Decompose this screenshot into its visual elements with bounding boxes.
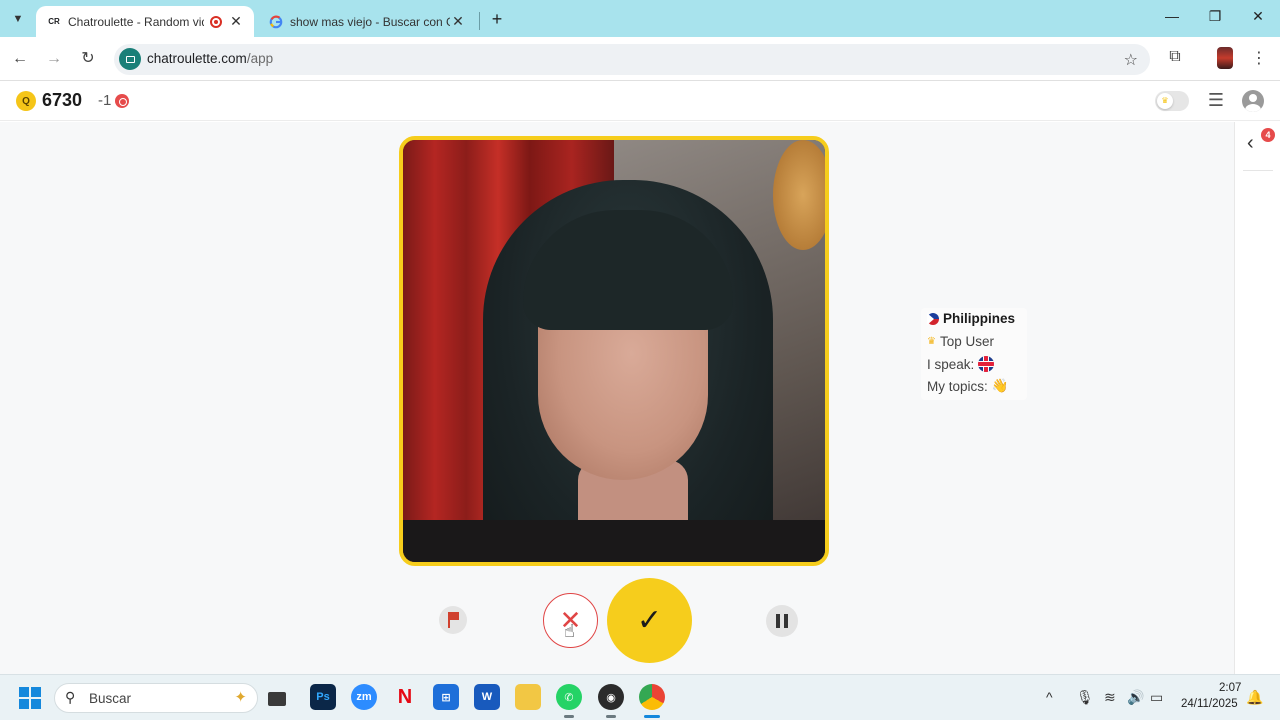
video-object (773, 140, 825, 250)
url-host: chatroulette.com (147, 51, 247, 66)
restore-button[interactable]: ❐ (1205, 8, 1225, 25)
bookmark-star-icon[interactable]: ☆ (1124, 50, 1138, 70)
taskbar-time[interactable]: 2:07 (1219, 682, 1241, 694)
task-view-icon[interactable] (268, 692, 286, 706)
account-icon[interactable] (1242, 90, 1264, 112)
notifications-bell-icon[interactable]: 🔔 (1246, 689, 1263, 706)
taskbar-date[interactable]: 24/11/2025 (1181, 698, 1238, 710)
minimize-button[interactable]: — (1162, 8, 1182, 24)
topics-row: My topics: 👋 (927, 378, 1009, 394)
back-button[interactable]: ← (10, 49, 30, 69)
tab-title: Chatroulette - Random vide (68, 14, 204, 29)
app-header: Q 6730 -1 ♛ ☰ (0, 81, 1280, 121)
premium-toggle[interactable]: ♛ (1155, 91, 1189, 111)
running-indicator (564, 715, 574, 718)
windows-taskbar: ⚲ Buscar ✦ Ps zm N ⊞ W ✆ ◉ ^ 🎙 ≋ 🔊 ▭ 🔔 (0, 674, 1280, 720)
pause-icon-bar (784, 614, 788, 628)
divider (1243, 170, 1273, 171)
crown-icon: ♛ (927, 336, 936, 347)
windows-start-icon[interactable] (19, 687, 41, 709)
chevron-left-icon[interactable]: ‹ (1247, 132, 1254, 155)
word-icon[interactable]: W (474, 684, 500, 710)
chatroulette-favicon: CR (48, 17, 60, 26)
tab-google-search[interactable]: show mas viejo - Buscar con Go ✕ (258, 6, 476, 37)
video-person-shirt (403, 520, 825, 562)
pause-button[interactable] (766, 605, 798, 637)
extensions-icon[interactable]: ⧉ (1164, 48, 1186, 66)
copilot-sparkle-icon: ✦ (234, 689, 247, 706)
obs-icon[interactable]: ◉ (598, 684, 624, 710)
running-indicator (644, 715, 660, 718)
show-hidden-icons-chevron-icon[interactable]: ^ (1046, 689, 1053, 705)
photoshop-icon[interactable]: Ps (310, 684, 336, 710)
speak-label: I speak: (927, 356, 975, 372)
pause-icon-bar (776, 614, 780, 628)
tab-chatroulette[interactable]: CR Chatroulette - Random vide ✕ (36, 6, 254, 37)
profile-avatar[interactable] (1217, 47, 1233, 69)
wave-icon: 👋 (991, 378, 1009, 393)
filters-sliders-icon[interactable]: ☰ (1205, 90, 1227, 112)
google-favicon (268, 14, 284, 30)
tab-separator (479, 12, 480, 30)
file-explorer-icon[interactable] (515, 684, 541, 710)
accept-button[interactable]: ✓ (607, 578, 692, 663)
running-indicator (606, 715, 616, 718)
partner-badge: Top User (939, 334, 994, 349)
forward-button[interactable]: → (44, 49, 64, 69)
recording-indicator-icon (210, 15, 222, 28)
crown-icon: ♛ (1157, 93, 1173, 109)
report-button[interactable] (439, 606, 467, 634)
coins-icon: Q (16, 91, 36, 111)
check-icon: ✓ (636, 604, 663, 637)
penalty-count: -1 (98, 92, 112, 109)
language-row: I speak: (927, 356, 995, 372)
partner-info-card: Philippines ♛ Top User I speak: My topic… (921, 308, 1027, 400)
partner-video (399, 136, 829, 566)
close-window-button[interactable]: ✕ (1248, 8, 1268, 25)
address-bar[interactable]: chatroulette.com/app ☆ (114, 44, 1150, 75)
microsoft-store-icon[interactable]: ⊞ (433, 684, 459, 710)
site-info-icon[interactable] (119, 48, 141, 70)
reload-button[interactable]: ↻ (78, 49, 98, 69)
country-row: Philippines (927, 311, 1015, 326)
netflix-icon[interactable]: N (392, 684, 418, 710)
whatsapp-icon[interactable]: ✆ (556, 684, 582, 710)
chrome-icon[interactable] (639, 684, 665, 710)
penalty-icon (115, 94, 129, 108)
close-tab-icon[interactable]: ✕ (450, 13, 466, 30)
volume-icon[interactable]: 🔊 (1127, 689, 1144, 706)
browser-toolbar: ← → ↻ chatroulette.com/app ☆ ⧉ ⋮ (0, 37, 1280, 81)
browser-tab-strip: ▼ CR Chatroulette - Random vide ✕ show m… (0, 0, 1280, 37)
taskbar-search[interactable]: ⚲ Buscar ✦ (54, 683, 258, 713)
url-text[interactable]: chatroulette.com/app (147, 51, 273, 66)
taskbar-search-placeholder: Buscar (89, 691, 132, 706)
close-tab-icon[interactable]: ✕ (228, 13, 244, 30)
tab-title: show mas viejo - Buscar con Go (290, 14, 450, 29)
partner-country: Philippines (943, 311, 1016, 326)
philippines-flag-icon (927, 312, 939, 325)
coins-balance: 6730 (42, 90, 83, 110)
uk-flag-icon (978, 356, 995, 372)
topics-label: My topics: (927, 378, 988, 394)
battery-icon[interactable]: ▭ (1150, 689, 1163, 706)
badge-row: ♛ Top User (927, 334, 994, 349)
new-tab-button[interactable]: + (486, 8, 508, 30)
wifi-icon[interactable]: ≋ (1104, 689, 1116, 706)
notification-badge: 4 (1261, 128, 1275, 142)
chat-side-panel: ‹ 4 (1234, 122, 1280, 674)
zoom-icon[interactable]: zm (351, 684, 377, 710)
tab-search-button[interactable]: ▼ (6, 7, 30, 31)
search-icon: ⚲ (65, 689, 76, 705)
microphone-icon[interactable]: 🎙 (1076, 689, 1094, 706)
menu-kebab-icon[interactable]: ⋮ (1248, 48, 1270, 68)
url-path: /app (246, 51, 274, 66)
flag-icon-cloth (450, 612, 459, 620)
hand-cursor-icon: ☝ (564, 621, 575, 641)
